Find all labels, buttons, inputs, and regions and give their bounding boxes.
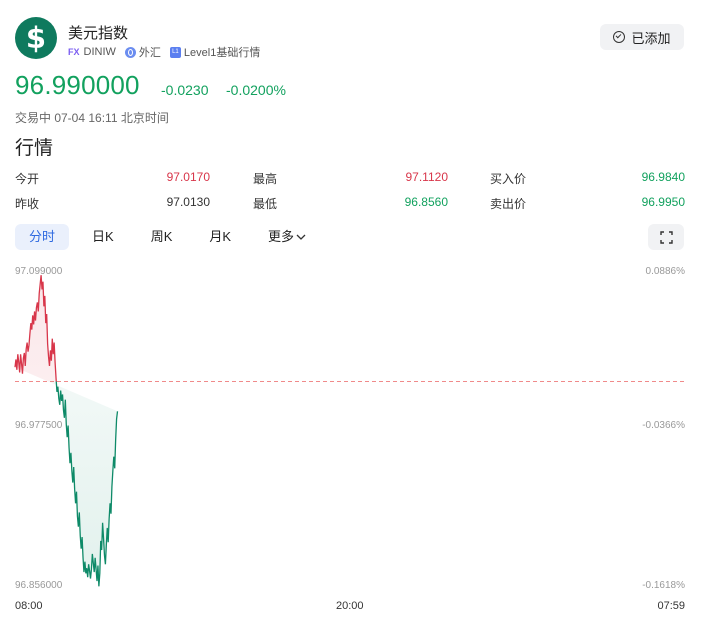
pct-mid-label: -0.0366%	[642, 420, 685, 431]
pct-max-label: 0.0886%	[645, 266, 685, 277]
intraday-chart[interactable]	[0, 0, 701, 621]
x-tick-label: 07:59	[657, 600, 685, 612]
x-tick-label: 08:00	[15, 600, 43, 612]
pct-min-label: -0.1618%	[642, 580, 685, 591]
y-mid-label: 96.977500	[15, 420, 63, 431]
y-max-label: 97.099000	[15, 266, 63, 277]
y-min-label: 96.856000	[15, 580, 63, 591]
x-tick-label: 20:00	[336, 600, 364, 612]
